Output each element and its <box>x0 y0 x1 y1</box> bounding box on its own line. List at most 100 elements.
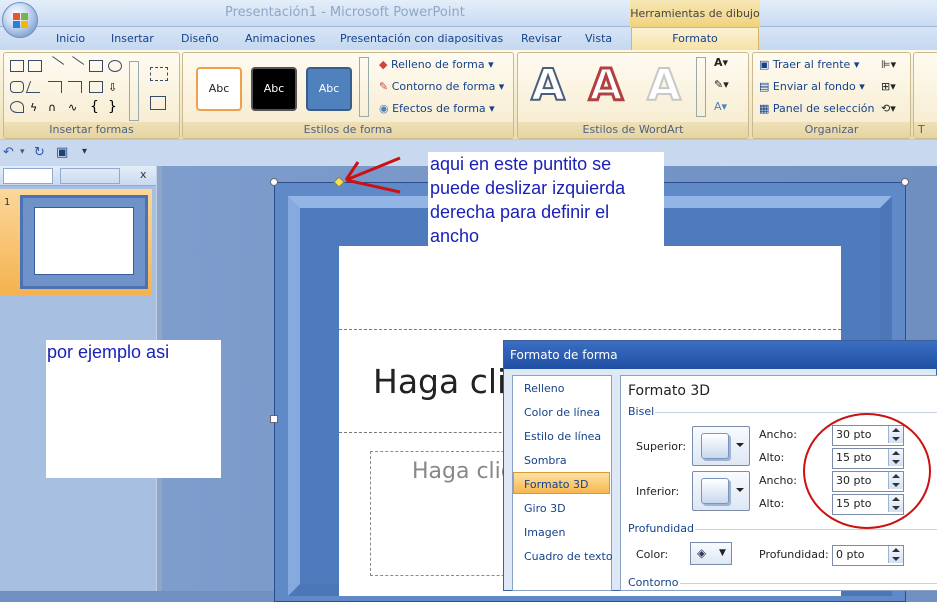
text-box-icon[interactable] <box>150 96 166 110</box>
curve-shape-icon[interactable]: ∩ <box>48 101 62 114</box>
rounded-rect-shape-icon[interactable] <box>10 81 24 93</box>
down-arrow-shape-icon[interactable]: ⇩ <box>108 81 122 94</box>
wordart-style-red[interactable]: A <box>582 61 630 110</box>
tab-vista[interactable]: Vista <box>585 30 612 50</box>
resize-handle-top-left[interactable] <box>270 178 278 186</box>
tab-inicio[interactable]: Inicio <box>56 30 85 50</box>
redo-icon[interactable]: ↻ <box>34 145 45 160</box>
annotation-note-top: aqui en este puntito se puede deslizar i… <box>428 152 664 247</box>
edit-shape-icon[interactable] <box>150 67 168 81</box>
shape-style-black[interactable]: Abc <box>251 67 297 111</box>
arrow-line-shape-icon[interactable] <box>65 56 85 74</box>
wordart-style-outline[interactable]: A <box>524 62 572 110</box>
bevel-heading: Bisel <box>628 405 655 418</box>
paint-bucket-icon: ◈ <box>697 546 707 560</box>
nav-estilo-linea[interactable]: Estilo de línea <box>524 430 601 443</box>
bevel-preview-icon <box>701 433 729 459</box>
selection-pane-button[interactable]: ▦ Panel de selección <box>759 102 875 115</box>
dialog-title[interactable]: Formato de forma <box>504 341 937 369</box>
tab-formato[interactable]: Formato <box>631 27 759 50</box>
nav-color-linea[interactable]: Color de línea <box>524 406 600 419</box>
top-bevel-dropdown[interactable] <box>692 426 750 466</box>
save-icon[interactable]: ▣ <box>56 145 68 160</box>
tab-animaciones[interactable]: Animaciones <box>245 30 315 50</box>
bottom-width-label: Ancho: <box>759 474 797 487</box>
shape-style-orange[interactable]: Abc <box>196 67 242 111</box>
nav-giro-3d[interactable]: Giro 3D <box>524 502 566 515</box>
shapes-scroll-icon[interactable] <box>129 61 139 121</box>
title-placeholder-top-border <box>339 329 841 330</box>
selection-pane-label: Panel de selección <box>772 102 875 115</box>
resize-handle-left[interactable] <box>270 415 278 423</box>
bring-to-front-button[interactable]: ▣ Traer al frente ▾ <box>759 58 859 71</box>
red-circle-annotation <box>803 413 931 529</box>
nav-formato-3d[interactable]: Formato 3D <box>524 478 588 491</box>
nav-cuadro-texto[interactable]: Cuadro de texto <box>524 550 613 563</box>
shape-effects-button[interactable]: ◉ Efectos de forma ▾ <box>379 102 495 115</box>
align-icon[interactable]: ⊫▾ <box>881 58 896 71</box>
text-effects-icon[interactable]: A▾ <box>714 100 727 113</box>
contour-heading: Contorno <box>628 576 679 589</box>
tab-presentacion[interactable]: Presentación con diapositivas <box>340 30 503 50</box>
depth-label: Profundidad: <box>759 548 829 561</box>
wordart-scroll-icon[interactable] <box>696 57 706 117</box>
shape-styles-scroll-icon[interactable] <box>359 57 369 117</box>
oval-shape-icon[interactable] <box>108 60 122 72</box>
shape-fill-button[interactable]: ◆ Relleno de forma ▾ <box>379 58 494 71</box>
right-arrow-shape-icon[interactable] <box>89 81 103 93</box>
resize-handle-top-right[interactable] <box>901 178 909 186</box>
brace-close-shape-icon[interactable]: } <box>108 99 122 115</box>
title-placeholder[interactable]: Haga clic <box>373 362 524 401</box>
effects-icon: ◉ <box>379 102 389 115</box>
office-button[interactable] <box>2 2 38 38</box>
red-arrow-annotation <box>344 156 401 194</box>
nav-sombra[interactable]: Sombra <box>524 454 567 467</box>
undo-icon[interactable]: ↶ <box>3 145 14 160</box>
lightning-shape-icon[interactable]: ϟ <box>30 101 44 114</box>
drawing-tools-context-title: Herramientas de dibujo <box>630 0 760 27</box>
customize-qat-icon[interactable]: ▾ <box>82 146 87 157</box>
nav-imagen[interactable]: Imagen <box>524 526 565 539</box>
elbow-arrow-connector-icon[interactable] <box>68 81 82 93</box>
brace-shape-icon[interactable]: { <box>90 99 104 115</box>
freeform-shape-icon[interactable]: ∿ <box>68 101 82 114</box>
triangle-shape-icon[interactable] <box>25 81 45 93</box>
group-wordart-styles: A A A A▾ ✎▾ A▾ Estilos de WordArt <box>517 52 749 139</box>
spinner-arrows-icon[interactable] <box>888 546 903 563</box>
depth-spinner[interactable]: 0 pto <box>832 545 904 566</box>
tab-diseno[interactable]: Diseño <box>181 30 219 50</box>
group-label-wordart-styles: Estilos de WordArt <box>518 122 748 138</box>
group-label-arrange: Organizar <box>753 122 910 138</box>
subtitle-placeholder[interactable]: Haga clic <box>412 459 513 484</box>
nav-relleno[interactable]: Relleno <box>524 382 565 395</box>
shape-outline-button[interactable]: ✎ Contorno de forma ▾ <box>379 80 504 93</box>
line-shape-icon[interactable] <box>45 56 65 74</box>
rectangle-shape-icon[interactable] <box>10 60 24 72</box>
group-label-shape-styles: Estilos de forma <box>183 122 513 138</box>
top-bevel-label: Superior: <box>636 440 687 453</box>
elbow-connector-icon[interactable] <box>48 81 62 93</box>
undo-dropdown-icon[interactable]: ▾ <box>20 147 25 157</box>
flowchart-shape-icon[interactable] <box>10 101 24 113</box>
bottom-bevel-dropdown[interactable] <box>692 471 750 511</box>
close-panel-icon[interactable]: x <box>140 168 147 181</box>
slides-tab[interactable] <box>3 168 53 184</box>
group-objects-icon[interactable]: ⊞▾ <box>881 80 896 93</box>
text-outline-icon[interactable]: ✎▾ <box>714 78 729 91</box>
depth-color-dropdown[interactable]: ◈ ▼ <box>690 542 732 565</box>
tab-insertar[interactable]: Insertar <box>111 30 154 50</box>
wordart-style-gray[interactable]: A <box>640 62 688 110</box>
send-to-back-button[interactable]: ▤ Enviar al fondo ▾ <box>759 80 865 93</box>
outline-tab[interactable] <box>60 168 120 184</box>
shape-style-blue[interactable]: Abc <box>306 67 352 111</box>
tab-revisar[interactable]: Revisar <box>521 30 561 50</box>
text-fill-icon[interactable]: A▾ <box>714 56 728 69</box>
textbox-shape-icon[interactable] <box>28 60 42 72</box>
rect2-shape-icon[interactable] <box>89 60 103 72</box>
rotate-icon[interactable]: ⟲▾ <box>881 102 896 115</box>
ribbon-tabs-row: Inicio Insertar Diseño Animaciones Prese… <box>0 27 937 50</box>
group-size: T <box>913 52 937 139</box>
slide-number: 1 <box>4 197 11 208</box>
bottom-height-label: Alto: <box>759 497 785 510</box>
bring-front-icon: ▣ <box>759 58 770 71</box>
